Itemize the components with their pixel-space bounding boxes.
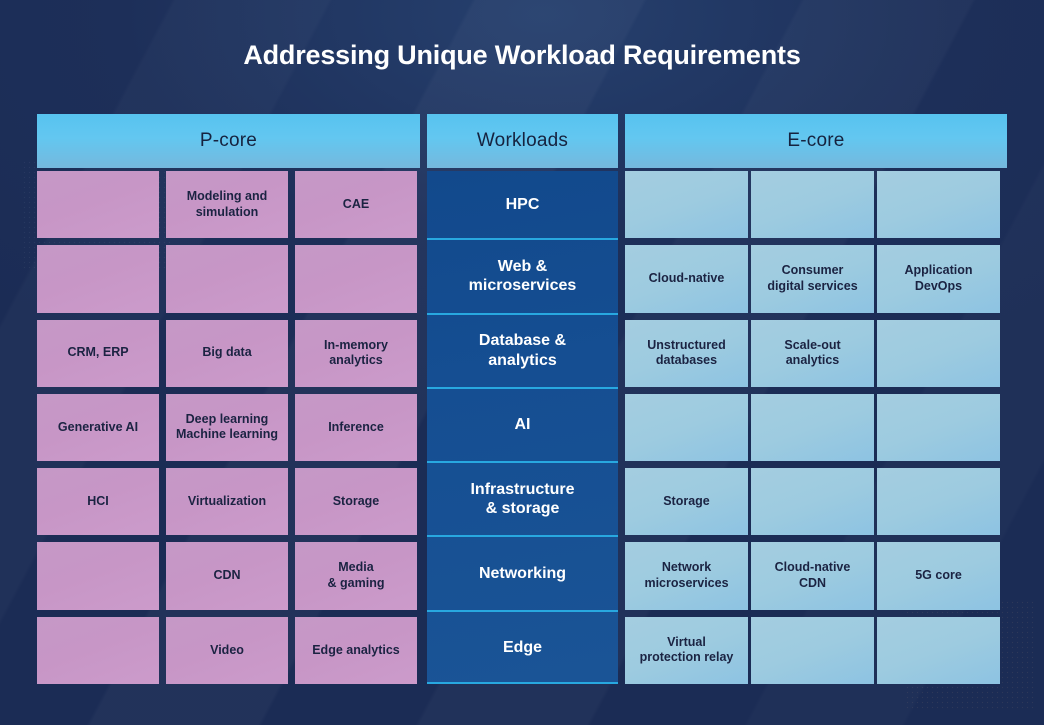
pcore-cell [37,542,159,610]
column-header-ecore: E-core [625,114,1007,168]
ecore-cell [751,171,874,239]
pcore-cell: CAE [295,171,417,239]
workload-row-label: Edge [427,609,618,684]
pcore-cell [37,171,159,239]
pcore-cell: Generative AI [37,393,159,462]
pcore-cell [295,245,417,313]
ecore-cell [751,393,874,462]
pcore-cell [37,245,159,313]
pcore-cell: Big data [166,319,288,387]
ecore-cell [877,616,1000,684]
workload-row-label: AI [427,386,618,461]
ecore-cell: Network microservices [625,542,748,610]
ecore-cell [877,171,1000,239]
pcore-cell: Edge analytics [295,616,417,684]
ecore-cell: 5G core [877,542,1000,610]
ecore-cell: Application DevOps [877,245,1000,313]
ecore-cell: Cloud-native CDN [751,542,874,610]
column-header-pcore: P-core [37,114,420,168]
workloads-column: HPC Web & microservices Database & analytics… [427,171,618,684]
pcore-cell: Virtualization [166,468,288,536]
pcore-cell: CDN [166,542,288,610]
slide-canvas: Addressing Unique Workload Requirements … [0,0,1044,725]
pcore-cell [37,616,159,684]
workload-row-label: HPC [505,195,540,213]
column-header-workloads: Workloads [427,114,618,168]
pcore-cell: Video [166,616,288,684]
pcore-cell: HCI [37,468,159,536]
pcore-cell: Inference [295,393,417,462]
ecore-cell [625,171,748,239]
pcore-cell: In-memory analytics [295,319,417,387]
ecore-cell [751,468,874,536]
workload-matrix: P-core Workloads E-core Modeling and simu… [37,114,1007,684]
ecore-cell [625,393,748,462]
ecore-cell [877,393,1000,462]
ecore-cell: Virtual protection relay [625,616,748,684]
page-title: Addressing Unique Workload Requirements [243,40,801,70]
ecore-cell: Storage [625,468,748,536]
workload-row-label: Infrastructure & storage [427,461,618,535]
ecore-cell: Scale-out analytics [751,319,874,387]
ecore-cell: Unstructured databases [625,319,748,387]
matrix-body: Modeling and simulation CAE CRM, ERP Big dat… [37,171,1007,684]
pcore-cell: Media & gaming [295,542,417,610]
ecore-cell [751,616,874,684]
workload-row-label: Web & microservices [427,238,618,312]
ecore-cell [877,319,1000,387]
matrix-header-row: P-core Workloads E-core [37,114,1007,168]
pcore-cell: Deep learning Machine learning [166,393,288,462]
pcore-cell: CRM, ERP [37,319,159,387]
pcore-cell: Modeling and simulation [166,171,288,239]
ecore-cell: Consumer digital services [751,245,874,313]
pcore-cell: Storage [295,468,417,536]
ecore-cell: Cloud-native [625,245,748,313]
workload-row-label: Database & analytics [427,312,618,387]
workload-row-label: Networking [427,535,618,609]
ecore-cell [877,468,1000,536]
pcore-cell [166,245,288,313]
